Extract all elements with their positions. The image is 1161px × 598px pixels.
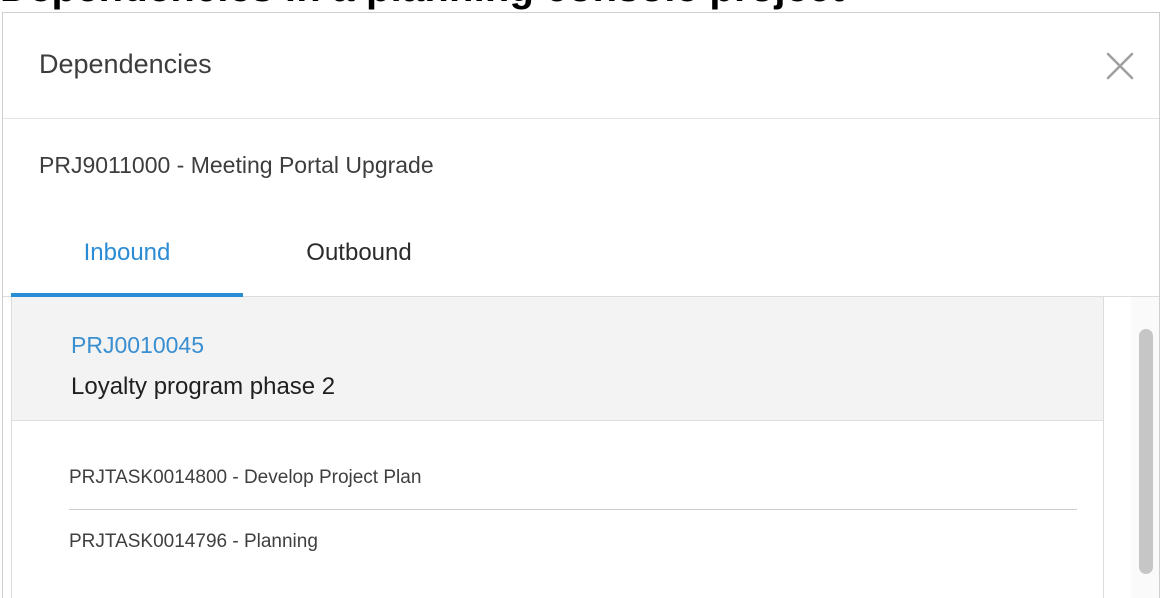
dependency-name: Loyalty program phase 2 [71, 373, 336, 400]
dependency-card-header: PRJ0010045 Loyalty program phase 2 [12, 297, 1103, 421]
dependency-card: PRJ0010045 Loyalty program phase 2 PRJTA… [11, 297, 1104, 598]
dialog-header: Dependencies [3, 13, 1159, 119]
dependency-number-link[interactable]: PRJ0010045 [71, 332, 204, 359]
tab-bar: Inbound Outbound [3, 213, 1159, 297]
task-row[interactable]: PRJTASK0014796 - Planning [69, 531, 1077, 553]
task-row[interactable]: PRJTASK0014800 - Develop Project Plan [69, 467, 1077, 510]
scrollbar-track[interactable] [1131, 297, 1159, 598]
scrollbar-thumb[interactable] [1139, 329, 1153, 574]
tab-inbound[interactable]: Inbound [11, 213, 243, 297]
tab-outbound[interactable]: Outbound [263, 213, 455, 297]
record-title: PRJ9011000 - Meeting Portal Upgrade [39, 152, 434, 178]
dialog-title: Dependencies [39, 49, 212, 79]
close-button[interactable] [1103, 49, 1137, 83]
dependency-list: PRJ0010045 Loyalty program phase 2 PRJTA… [3, 297, 1159, 598]
dependencies-dialog: Dependencies PRJ9011000 - Meeting Portal… [2, 12, 1160, 598]
close-icon [1106, 52, 1134, 80]
page-heading: Dependencies in a planning console proje… [0, 0, 844, 11]
